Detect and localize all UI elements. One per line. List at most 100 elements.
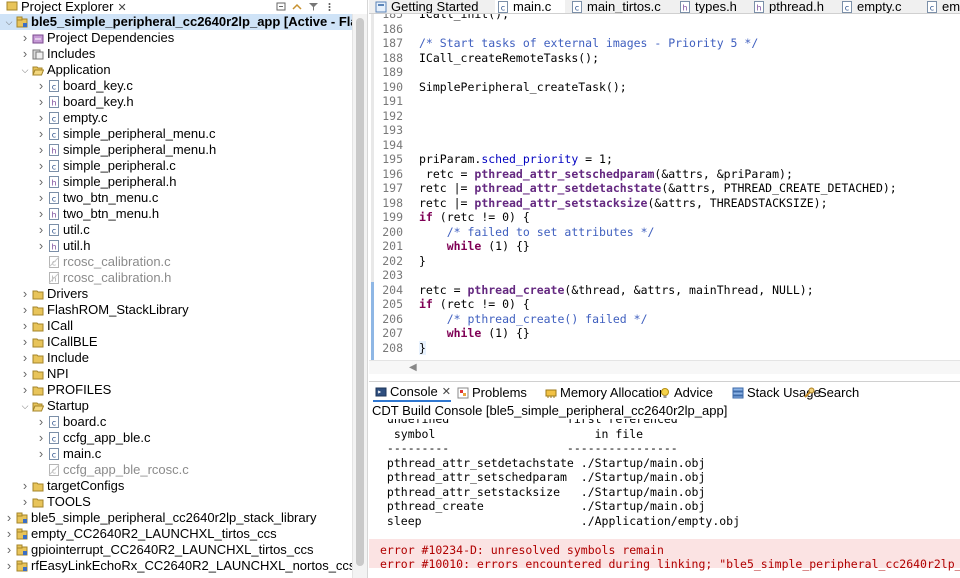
chevron-down-icon[interactable]: ⌵ (4, 14, 14, 30)
chevron-right-icon[interactable]: › (36, 78, 46, 94)
code-line[interactable]: /* Start tasks of external images - Prio… (419, 36, 758, 51)
chevron-down-icon[interactable]: ⌵ (20, 62, 30, 78)
console-tab[interactable]: Console ✕ (373, 384, 451, 402)
chevron-right-icon[interactable]: › (36, 110, 46, 126)
project-explorer-tab[interactable]: Project Explorer ✕ (0, 0, 240, 14)
tree-item[interactable]: › Include (0, 350, 352, 366)
chevron-right-icon[interactable]: › (36, 446, 46, 462)
tree-item[interactable]: › h util.h (0, 238, 352, 254)
vertical-scrollbar[interactable] (352, 14, 367, 578)
code-line[interactable]: /* pthread_create() failed */ (419, 312, 648, 327)
tree-item[interactable]: › ICallBLE (0, 334, 352, 350)
tree-item[interactable]: h rcosc_calibration.h (0, 270, 352, 286)
editor-tab[interactable]: c main.c (495, 0, 565, 13)
chevron-right-icon[interactable]: › (20, 286, 30, 302)
code-line[interactable]: } (419, 254, 426, 269)
tree-item[interactable]: ⌵ Startup (0, 398, 352, 414)
tree-item[interactable]: ⌵ ble5_simple_peripheral_cc2640r2lp_app [… (0, 14, 352, 30)
tree-item[interactable]: › Project Dependencies (0, 30, 352, 46)
chevron-down-icon[interactable]: ⌵ (20, 398, 30, 414)
chevron-right-icon[interactable]: › (36, 414, 46, 430)
collapse-all-icon[interactable] (276, 0, 287, 11)
tree-item[interactable]: c ccfg_app_ble_rcosc.c (0, 462, 352, 478)
code-line[interactable]: ICall_init(); (419, 14, 509, 22)
chevron-right-icon[interactable]: › (20, 302, 30, 318)
chevron-right-icon[interactable]: › (20, 382, 30, 398)
code-line[interactable]: } (419, 340, 426, 355)
code-line[interactable]: priParam.sched_priority = 1; (419, 152, 613, 167)
chevron-right-icon[interactable]: › (36, 206, 46, 222)
code-line[interactable]: retc = pthread_create(&thread, &attrs, m… (419, 283, 814, 298)
chevron-right-icon[interactable]: › (36, 174, 46, 190)
tree-item[interactable]: › rfEasyLinkEchoRx_CC2640R2_LAUNCHXL_nort… (0, 558, 352, 574)
code-line[interactable]: retc |= pthread_attr_setdetachstate(&att… (419, 181, 897, 196)
chevron-right-icon[interactable]: › (36, 238, 46, 254)
chevron-right-icon[interactable]: › (4, 542, 14, 558)
chevron-right-icon[interactable]: › (36, 190, 46, 206)
code-line[interactable]: ICall_createRemoteTasks(); (419, 51, 599, 66)
tree-item[interactable]: › c simple_peripheral_menu.c (0, 126, 352, 142)
editor-tab[interactable]: Getting Started (373, 0, 491, 13)
tree-item[interactable]: › ICall (0, 318, 352, 334)
tree-item[interactable]: › h board_key.h (0, 94, 352, 110)
chevron-right-icon[interactable]: › (36, 222, 46, 238)
code-line[interactable]: /* failed to set attributes */ (419, 225, 655, 240)
console-tab[interactable]: Problems (455, 384, 527, 402)
horizontal-scrollbar[interactable]: ◀ (369, 360, 960, 374)
code-editor[interactable]: 185 ICall_init(); 186 187 /* Start tasks of … (369, 14, 960, 360)
tree-item[interactable]: › h two_btn_menu.h (0, 206, 352, 222)
close-icon[interactable]: ✕ (117, 2, 126, 14)
scroll-left-icon[interactable]: ◀ (409, 362, 417, 373)
code-line[interactable]: retc = pthread_attr_setschedparam(&attrs… (419, 167, 793, 182)
chevron-right-icon[interactable]: › (20, 366, 30, 382)
chevron-right-icon[interactable]: › (20, 478, 30, 494)
tree-item[interactable]: › c util.c (0, 222, 352, 238)
tree-item[interactable]: › PROFILES (0, 382, 352, 398)
tree-item[interactable]: › c simple_peripheral.c (0, 158, 352, 174)
tree-item[interactable]: › empty_CC2640R2_LAUNCHXL_tirtos_ccs (0, 526, 352, 542)
console-tab[interactable]: Search (801, 384, 859, 402)
tree-item[interactable]: › c board_key.c (0, 78, 352, 94)
chevron-right-icon[interactable]: › (36, 158, 46, 174)
tree-item[interactable]: › Drivers (0, 286, 352, 302)
console-tab[interactable]: Memory Allocation (543, 384, 666, 402)
tree-item[interactable]: › FlashROM_StackLibrary (0, 302, 352, 318)
editor-tab[interactable]: h types.h (677, 0, 747, 13)
console-tab[interactable]: Advice (657, 384, 713, 402)
chevron-right-icon[interactable]: › (20, 334, 30, 350)
filter-icon[interactable] (308, 0, 319, 11)
tree-item[interactable]: › gpiointerrupt_CC2640R2_LAUNCHXL_tirtos_… (0, 542, 352, 558)
chevron-right-icon[interactable]: › (20, 30, 30, 46)
code-line[interactable]: retc |= pthread_attr_setstacksize(&attrs… (419, 196, 828, 211)
tree-item[interactable]: › c ccfg_app_ble.c (0, 430, 352, 446)
chevron-right-icon[interactable]: › (20, 494, 30, 510)
build-console-output[interactable]: undefined first referenced symbol in fil… (369, 419, 960, 578)
code-line[interactable]: if (retc != 0) { (419, 210, 530, 225)
chevron-right-icon[interactable]: › (36, 142, 46, 158)
chevron-right-icon[interactable]: › (4, 558, 14, 574)
tree-item[interactable]: › c two_btn_menu.c (0, 190, 352, 206)
tree-item[interactable]: › ble5_simple_peripheral_cc2640r2lp_stack… (0, 510, 352, 526)
tree-item[interactable]: › c empty.c (0, 110, 352, 126)
editor-tab[interactable]: h pthread.h (751, 0, 835, 13)
tree-item[interactable]: › h simple_peripheral.h (0, 174, 352, 190)
scrollbar-thumb[interactable] (356, 18, 364, 566)
link-with-editor-icon[interactable] (292, 0, 303, 10)
chevron-right-icon[interactable]: › (4, 526, 14, 542)
tree-item[interactable]: › targetConfigs (0, 478, 352, 494)
chevron-right-icon[interactable]: › (36, 94, 46, 110)
editor-tab[interactable]: c empty.c (839, 0, 919, 13)
editor-tab[interactable]: cemp (924, 0, 960, 13)
code-line[interactable]: SimplePeripheral_createTask(); (419, 80, 627, 95)
chevron-right-icon[interactable]: › (36, 430, 46, 446)
code-line[interactable]: while (1) {} (419, 326, 530, 341)
tree-item[interactable]: › h simple_peripheral_menu.h (0, 142, 352, 158)
code-line[interactable]: if (retc != 0) { (419, 297, 530, 312)
editor-tab[interactable]: c main_tirtos.c (569, 0, 673, 13)
chevron-right-icon[interactable]: › (20, 46, 30, 62)
tree-item[interactable]: › TOOLS (0, 494, 352, 510)
tree-item[interactable]: › Includes (0, 46, 352, 62)
code-line[interactable]: while (1) {} (419, 239, 530, 254)
tree-item[interactable]: › NPI (0, 366, 352, 382)
chevron-right-icon[interactable]: › (4, 510, 14, 526)
